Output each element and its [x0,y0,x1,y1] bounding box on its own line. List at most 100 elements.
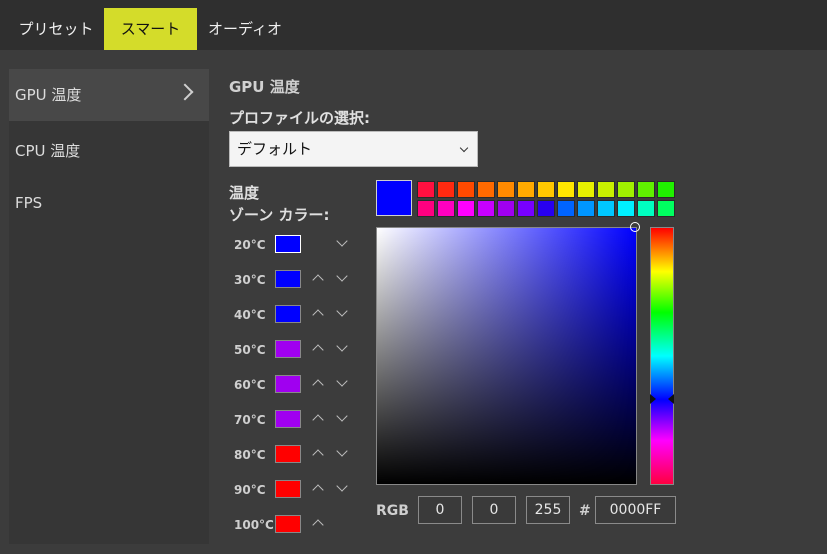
chevron-up-icon[interactable] [311,446,325,460]
preset-color-swatch[interactable] [537,200,555,217]
preset-color-swatch[interactable] [617,200,635,217]
chevron-down-icon[interactable] [335,306,349,320]
zone-temp-label: 70°C [234,413,266,427]
zone-color-swatch[interactable] [275,270,301,288]
hue-slider-marker-left[interactable] [650,394,656,404]
chevron-up-icon[interactable] [311,306,325,320]
preset-color-swatch[interactable] [557,200,575,217]
preset-color-swatch[interactable] [557,181,575,198]
sidebar-item-cpu-temp[interactable]: CPU 温度 [9,125,209,177]
zone-row: 50°C [229,340,359,364]
hex-hash-label: # [579,503,591,519]
red-input[interactable]: 0 [418,496,462,524]
sidebar-item-fps[interactable]: FPS [9,177,209,229]
rgb-label: RGB [376,503,409,519]
preset-color-swatch[interactable] [497,200,515,217]
sidebar-item-gpu-temp[interactable]: GPU 温度 [9,69,209,121]
preset-color-swatch[interactable] [577,181,595,198]
sidebar-item-label: CPU 温度 [15,142,81,160]
zone-color-label-line2: ゾーン カラー: [229,206,330,224]
zone-row: 60°C [229,375,359,399]
tab-presets[interactable]: プリセット [8,8,104,50]
chevron-down-icon [459,143,469,153]
hue-slider-marker-right[interactable] [668,394,674,404]
sidebar-item-label: GPU 温度 [15,86,82,104]
zone-row: 40°C [229,305,359,329]
zone-temp-label: 90°C [234,483,266,497]
preset-color-swatch[interactable] [497,181,515,198]
preset-color-swatch[interactable] [637,181,655,198]
preset-color-swatch[interactable] [537,181,555,198]
chevron-up-icon[interactable] [311,411,325,425]
profile-select-label: プロファイルの選択: [229,109,370,127]
preset-color-swatch[interactable] [657,200,675,217]
picker-handle[interactable] [630,222,640,232]
preset-color-swatch[interactable] [477,200,495,217]
tab-smart[interactable]: スマート [104,8,197,50]
preset-color-swatch[interactable] [617,181,635,198]
hex-input[interactable]: 0000FF [595,496,676,524]
chevron-down-icon[interactable] [335,271,349,285]
zone-temp-label: 50°C [234,343,266,357]
chevron-up-icon[interactable] [311,481,325,495]
zone-color-swatch[interactable] [275,445,301,463]
zone-color-swatch[interactable] [275,410,301,428]
zone-temp-label: 80°C [234,448,266,462]
zone-row: 20°C [229,235,359,259]
sidebar-item-label: FPS [15,194,43,212]
chevron-up-icon[interactable] [311,271,325,285]
saturation-value-picker[interactable] [376,227,637,485]
preset-color-swatch[interactable] [417,181,435,198]
zone-temp-label: 30°C [234,273,266,287]
preset-color-swatch[interactable] [437,181,455,198]
zone-color-swatch[interactable] [275,515,301,533]
chevron-up-icon[interactable] [311,341,325,355]
preset-color-swatch[interactable] [597,200,615,217]
preset-color-swatch[interactable] [597,181,615,198]
preset-color-swatch[interactable] [657,181,675,198]
chevron-right-icon [176,83,194,101]
zone-row: 90°C [229,480,359,504]
zone-color-swatch[interactable] [275,340,301,358]
profile-dropdown-value: デフォルト [237,140,313,158]
blue-input[interactable]: 255 [526,496,570,524]
zone-temp-label: 20°C [234,238,266,252]
profile-dropdown[interactable]: デフォルト [229,131,478,167]
zone-temp-label: 40°C [234,308,266,322]
chevron-up-icon[interactable] [311,376,325,390]
zone-row: 80°C [229,445,359,469]
zone-color-label: 温度 ゾーン カラー: [229,182,329,226]
hue-slider[interactable] [650,227,674,485]
zone-color-swatch[interactable] [275,235,301,253]
preset-color-swatch[interactable] [457,200,475,217]
tab-audio[interactable]: オーディオ [197,8,293,50]
preset-color-swatch[interactable] [457,181,475,198]
chevron-down-icon[interactable] [335,376,349,390]
zone-temp-label: 60°C [234,378,266,392]
preset-color-swatch[interactable] [417,200,435,217]
chevron-down-icon[interactable] [335,446,349,460]
top-tab-bar: プリセット スマート オーディオ [0,0,827,50]
current-color-swatch [376,180,412,216]
chevron-down-icon[interactable] [335,411,349,425]
chevron-down-icon[interactable] [335,481,349,495]
preset-color-swatch[interactable] [437,200,455,217]
preset-color-swatch[interactable] [637,200,655,217]
chevron-up-icon[interactable] [311,516,325,530]
sidebar: GPU 温度 CPU 温度 FPS [9,69,209,544]
zone-row: 30°C [229,270,359,294]
preset-color-swatch[interactable] [477,181,495,198]
zone-color-swatch[interactable] [275,375,301,393]
zone-color-swatch[interactable] [275,480,301,498]
zone-row: 100°C [229,515,359,539]
chevron-down-icon[interactable] [335,341,349,355]
zone-row: 70°C [229,410,359,434]
zone-color-swatch[interactable] [275,305,301,323]
green-input[interactable]: 0 [472,496,516,524]
preset-color-swatch[interactable] [517,181,535,198]
zone-color-label-line1: 温度 [229,184,260,202]
page-title: GPU 温度 [229,78,300,96]
preset-color-swatch[interactable] [577,200,595,217]
chevron-down-icon[interactable] [335,236,349,250]
preset-color-swatch[interactable] [517,200,535,217]
